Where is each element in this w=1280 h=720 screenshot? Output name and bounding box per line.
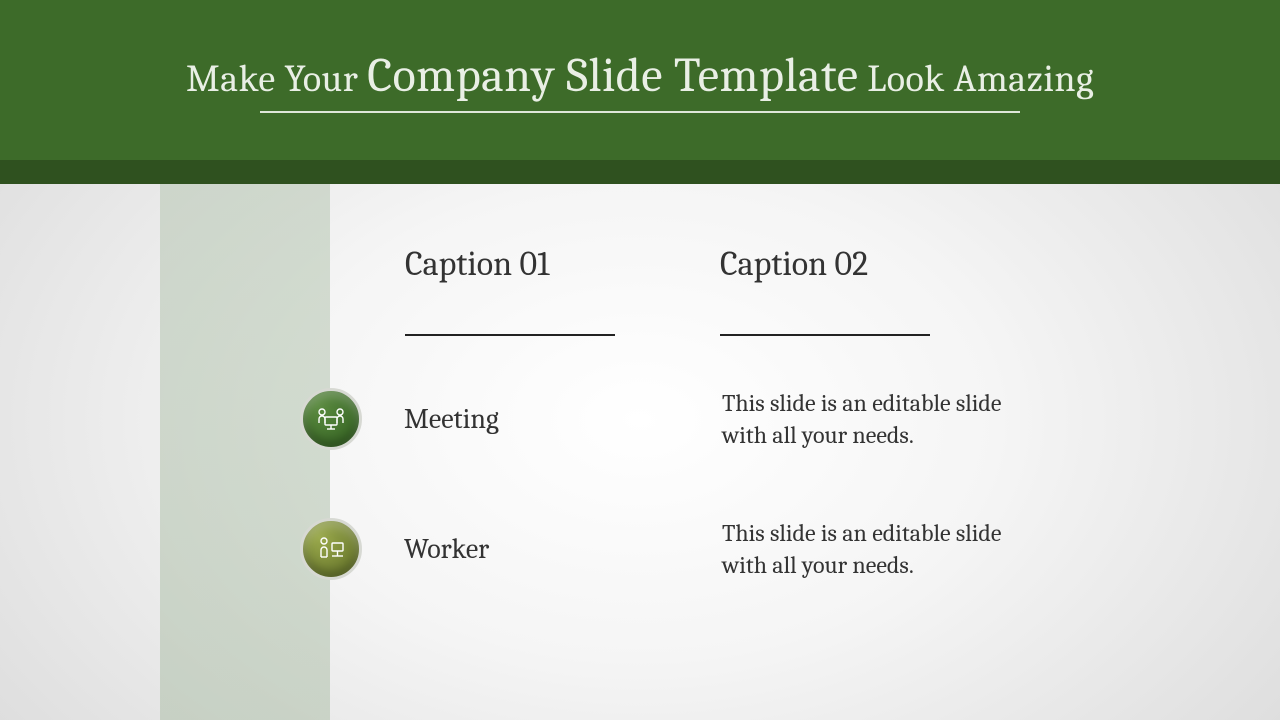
title-accent-band xyxy=(0,160,1280,184)
slide-title: Make Your Company Slide Template Look Am… xyxy=(186,48,1094,113)
content-area: Caption 01 Caption 02 Meeting This slide… xyxy=(0,184,1280,720)
title-post: Look Amazing xyxy=(858,57,1094,101)
title-header-band: Make Your Company Slide Template Look Am… xyxy=(0,0,1280,160)
title-pre: Make Your xyxy=(186,57,367,101)
item-label: Meeting xyxy=(404,403,684,435)
slide: Make Your Company Slide Template Look Am… xyxy=(0,0,1280,720)
title-underline xyxy=(260,111,1020,113)
column-header-1: Caption 01 xyxy=(405,244,549,284)
title-main: Company Slide Template xyxy=(367,48,858,103)
column-underline-2 xyxy=(720,334,930,336)
column-header-2: Caption 02 xyxy=(720,244,868,284)
item-description: This slide is an editable slide with all… xyxy=(722,387,1032,452)
list-item: Meeting This slide is an editable slide … xyxy=(300,384,1000,454)
list-item: Worker This slide is an editable slide w… xyxy=(300,514,1000,584)
column-underline-1 xyxy=(405,334,615,336)
meeting-icon xyxy=(300,388,362,450)
worker-icon xyxy=(300,518,362,580)
item-description: This slide is an editable slide with all… xyxy=(722,517,1032,582)
item-label: Worker xyxy=(404,533,684,565)
title-text: Make Your Company Slide Template Look Am… xyxy=(186,48,1094,103)
